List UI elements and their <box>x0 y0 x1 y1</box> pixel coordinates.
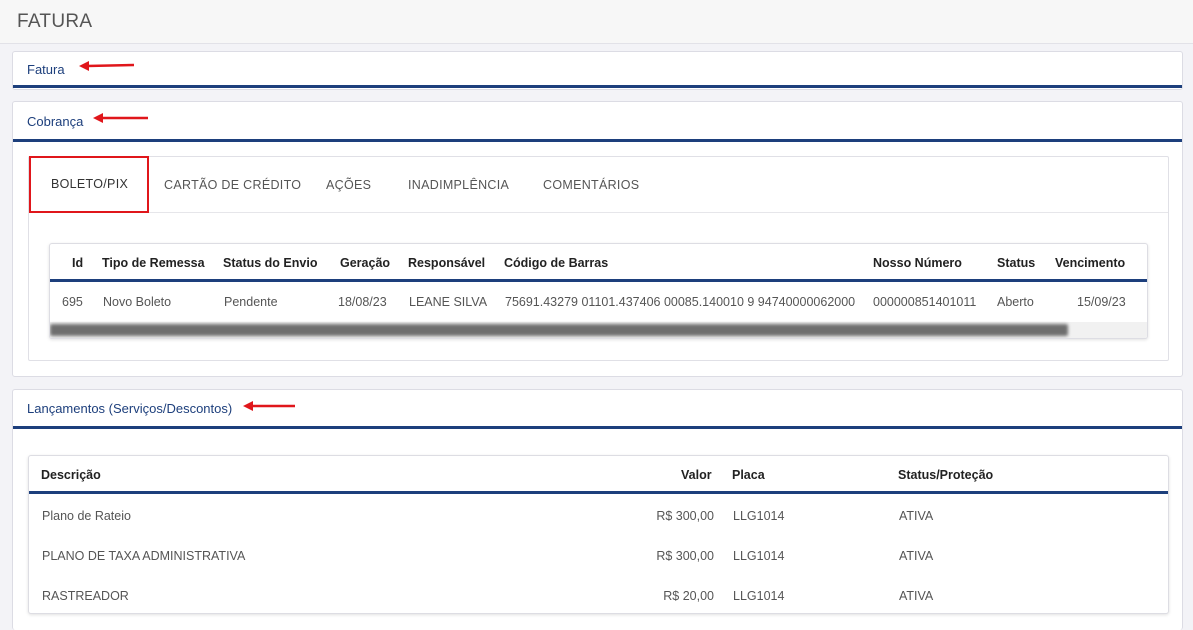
cell-vencimento: 15/09/23 <box>1077 295 1126 309</box>
col-header-nosso-numero[interactable]: Nosso Número <box>873 256 962 270</box>
tab-acoes[interactable]: AÇÕES <box>326 157 371 213</box>
fatura-section-title[interactable]: Fatura <box>27 62 65 77</box>
cell-status-protecao: ATIVA <box>899 509 934 523</box>
page-header: FATURA <box>0 0 1193 44</box>
cell-status-protecao: ATIVA <box>899 589 934 603</box>
col-header-id[interactable]: Id <box>72 256 83 270</box>
lancamentos-section-title[interactable]: Lançamentos (Serviços/Descontos) <box>27 401 232 416</box>
col-header-responsavel[interactable]: Responsável <box>408 256 485 270</box>
cobranca-panel-header[interactable]: Cobrança <box>13 102 1182 142</box>
cell-responsavel: LEANE SILVA <box>409 295 488 309</box>
cell-placa: LLG1014 <box>733 549 785 563</box>
col-header-tipo-remessa[interactable]: Tipo de Remessa <box>102 256 205 270</box>
cobranca-section-title[interactable]: Cobrança <box>27 114 83 129</box>
col-header-valor[interactable]: Valor <box>681 468 712 482</box>
lancamentos-panel-header[interactable]: Lançamentos (Serviços/Descontos) <box>13 390 1182 429</box>
lancamentos-table: Descrição Valor Placa Status/Proteção Pl… <box>28 455 1169 614</box>
col-header-vencimento[interactable]: Vencimento <box>1055 256 1125 270</box>
col-header-placa[interactable]: Placa <box>732 468 765 482</box>
cell-geracao: 18/08/23 <box>338 295 387 309</box>
cell-placa: LLG1014 <box>733 589 785 603</box>
col-header-status-protecao[interactable]: Status/Proteção <box>898 468 993 482</box>
col-header-status-envio[interactable]: Status do Envio <box>223 256 317 270</box>
cell-valor: R$ 300,00 <box>656 549 714 563</box>
cell-status-envio: Pendente <box>224 295 278 309</box>
lancamentos-table-header: Descrição Valor Placa Status/Proteção <box>29 456 1168 494</box>
fatura-panel: Fatura <box>12 51 1183 90</box>
cell-descricao: RASTREADOR <box>42 589 129 603</box>
cell-id: 695 <box>62 295 83 309</box>
table-row[interactable]: Plano de Rateio R$ 300,00 LLG1014 ATIVA <box>29 496 1168 536</box>
cell-status-protecao: ATIVA <box>899 549 934 563</box>
boleto-table: Id Tipo de Remessa Status do Envio Geraç… <box>49 243 1148 339</box>
fatura-panel-header[interactable]: Fatura <box>13 52 1182 88</box>
col-header-descricao[interactable]: Descrição <box>41 468 101 482</box>
scrollbar-thumb[interactable] <box>50 324 1068 336</box>
cell-descricao: Plano de Rateio <box>42 509 131 523</box>
cell-valor: R$ 20,00 <box>663 589 714 603</box>
cobranca-tabs-card: BOLETO/PIX CARTÃO DE CRÉDITO AÇÕES INADI… <box>28 156 1169 361</box>
cell-descricao: PLANO DE TAXA ADMINISTRATIVA <box>42 549 246 563</box>
tab-cartao-de-credito[interactable]: CARTÃO DE CRÉDITO <box>164 157 301 213</box>
cell-tipo-remessa: Novo Boleto <box>103 295 172 309</box>
cobranca-panel: Cobrança BOLETO/PIX CARTÃO DE CRÉDITO AÇ… <box>12 101 1183 377</box>
cell-nosso-numero: 000000851401011 <box>873 295 977 309</box>
cell-codigo-barras: 75691.43279 01101.437406 00085.140010 9 … <box>505 295 856 309</box>
col-header-codigo-barras[interactable]: Código de Barras <box>504 256 608 270</box>
col-header-status[interactable]: Status <box>997 256 1035 270</box>
cell-valor: R$ 300,00 <box>656 509 714 523</box>
col-header-geracao[interactable]: Geração <box>340 256 390 270</box>
tab-boleto-pix[interactable]: BOLETO/PIX <box>29 156 149 213</box>
cell-status: Aberto <box>997 295 1034 309</box>
page-title: FATURA <box>17 11 93 32</box>
annotation-arrow-icon <box>79 61 135 71</box>
tab-inadimplencia[interactable]: INADIMPLÊNCIA <box>408 157 509 213</box>
annotation-arrow-icon <box>93 113 148 123</box>
boleto-table-header: Id Tipo de Remessa Status do Envio Geraç… <box>50 244 1147 282</box>
table-row[interactable]: PLANO DE TAXA ADMINISTRATIVA R$ 300,00 L… <box>29 536 1168 576</box>
cell-placa: LLG1014 <box>733 509 785 523</box>
horizontal-scrollbar[interactable] <box>50 322 1147 338</box>
table-row[interactable]: 695 Novo Boleto Pendente 18/08/23 LEANE … <box>50 282 1147 322</box>
table-row[interactable]: RASTREADOR R$ 20,00 LLG1014 ATIVA <box>29 576 1168 616</box>
tab-comentarios[interactable]: COMENTÁRIOS <box>543 157 639 213</box>
tab-bar: BOLETO/PIX CARTÃO DE CRÉDITO AÇÕES INADI… <box>29 156 1168 213</box>
lancamentos-panel: Lançamentos (Serviços/Descontos) Descriç… <box>12 389 1183 630</box>
annotation-arrow-icon <box>243 401 295 411</box>
